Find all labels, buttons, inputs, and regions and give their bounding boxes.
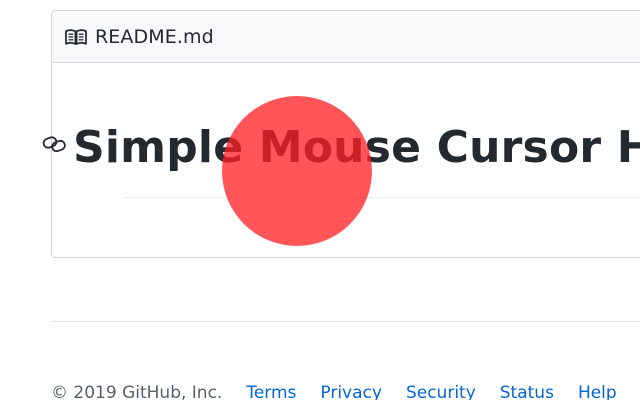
- readme-header: README.md: [52, 11, 640, 63]
- footer-copyright: © 2019 GitHub, Inc.: [51, 383, 223, 400]
- footer-link-privacy[interactable]: Privacy: [320, 383, 382, 400]
- footer-link-status[interactable]: Status: [500, 383, 554, 400]
- link-icon: [42, 135, 68, 157]
- cursor-highlight-circle: [222, 96, 372, 246]
- title-underline: [124, 197, 640, 198]
- footer: © 2019 GitHub, Inc. Terms Privacy Securi…: [51, 383, 640, 400]
- book-icon: [65, 28, 89, 46]
- readme-filename: README.md: [95, 25, 214, 48]
- footer-link-terms[interactable]: Terms: [246, 383, 296, 400]
- footer-divider: [51, 321, 640, 322]
- footer-link-help[interactable]: Help: [578, 383, 617, 400]
- footer-link-security[interactable]: Security: [406, 383, 476, 400]
- heading-anchor-link[interactable]: [42, 135, 70, 157]
- page: README.md Simple Mouse Cursor H © 2019 G…: [0, 0, 640, 400]
